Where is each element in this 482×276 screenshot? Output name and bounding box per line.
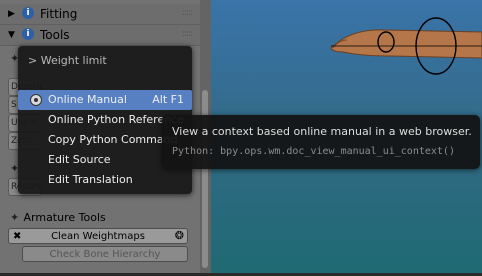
armature-tools-header: ✦ Armature Tools	[10, 211, 106, 224]
help-icon	[30, 94, 42, 106]
menu-item-edit-translation[interactable]: Edit Translation	[18, 170, 192, 190]
menu-item-label: Online Manual	[48, 93, 127, 106]
gear-icon[interactable]: ❂	[175, 228, 184, 244]
menu-title: > Weight limit	[28, 54, 107, 67]
tooltip-python-path: Python: bpy.ops.wm.doc_view_manual_ui_co…	[172, 146, 455, 157]
armature-tools-icon: ✦	[10, 211, 20, 224]
section-label-tools: Tools	[40, 28, 70, 42]
section-header-fitting[interactable]: ▶ i Fitting :::::	[0, 4, 200, 25]
section-label-fitting: Fitting	[40, 7, 78, 21]
section-header-tools[interactable]: ▼ i Tools :::::	[0, 25, 200, 46]
clean-weightmaps-button[interactable]: ✖ Clean Weightmaps ❂	[8, 228, 188, 244]
collapse-arrow-icon[interactable]: ▶	[8, 9, 15, 19]
tooltip-description: View a context based online manual in a …	[172, 125, 472, 138]
menu-item-label: Edit Source	[48, 153, 111, 166]
check-bone-hierarchy-label: Check Bone Hierarchy	[49, 249, 161, 260]
check-bone-hierarchy-button[interactable]: Check Bone Hierarchy	[22, 246, 188, 262]
info-icon: i	[22, 28, 34, 40]
expand-arrow-icon[interactable]: ▼	[8, 30, 15, 40]
cross-icon: ✖	[13, 231, 22, 242]
tooltip: View a context based online manual in a …	[162, 115, 480, 169]
menu-item-label: Copy Python Command	[48, 133, 178, 146]
model-arm	[330, 29, 482, 59]
menu-item-shortcut: Alt F1	[152, 93, 184, 106]
info-icon: i	[22, 7, 34, 19]
drag-grip-icon[interactable]: :::::	[182, 8, 193, 18]
drag-grip-icon[interactable]: :::::	[182, 29, 193, 39]
armature-tools-label: Armature Tools	[23, 211, 106, 224]
clean-weightmaps-label: Clean Weightmaps	[51, 231, 145, 242]
menu-item-label: Edit Translation	[48, 173, 133, 186]
menu-item-online-manual[interactable]: Online Manual Alt F1	[18, 90, 192, 110]
